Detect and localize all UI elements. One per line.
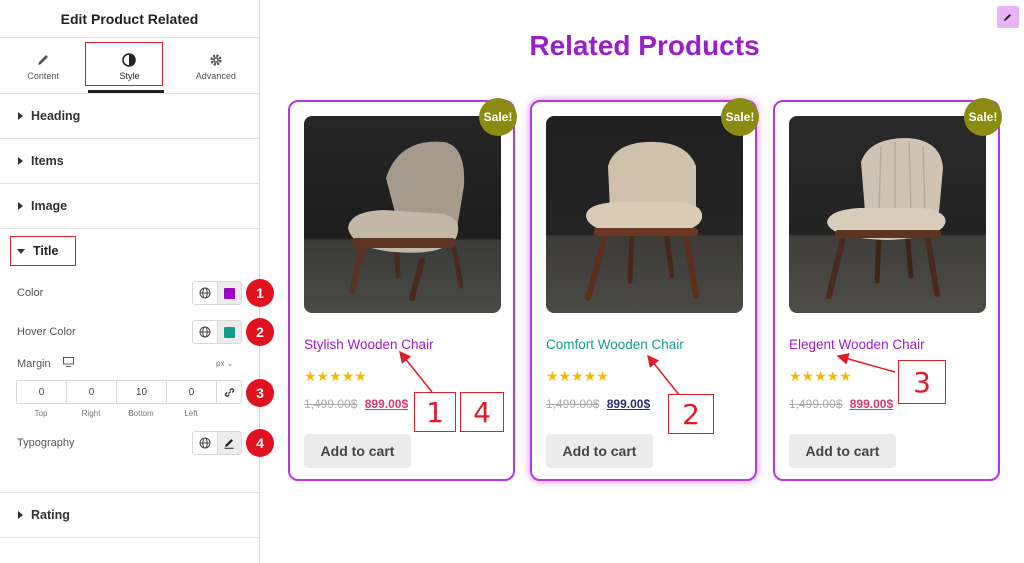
sale-badge: Sale! xyxy=(479,98,517,136)
margin-bottom-input[interactable]: 10 xyxy=(117,381,167,403)
desktop-icon[interactable] xyxy=(62,357,74,370)
annotation-badge-4: 4 xyxy=(246,429,274,457)
pencil-icon xyxy=(1004,14,1011,21)
link-values-icon[interactable] xyxy=(217,381,241,403)
typography-label: Typography xyxy=(17,437,75,449)
color-control xyxy=(192,281,242,305)
product-title[interactable]: Comfort Wooden Chair xyxy=(546,337,684,352)
margin-top-label: Top xyxy=(34,409,48,418)
unit-label: px xyxy=(216,359,225,368)
section-heading[interactable]: Heading xyxy=(0,94,259,139)
annotation-badge-2: 2 xyxy=(246,318,274,346)
annotation-badge-3: 3 xyxy=(246,379,274,407)
caret-down-icon xyxy=(17,248,25,254)
style-tab-highlight xyxy=(85,42,163,86)
hover-color-swatch-button[interactable] xyxy=(216,321,241,343)
callout-2: 2 xyxy=(668,394,714,434)
section-title-toggle[interactable]: Title xyxy=(10,236,76,266)
rating-stars: ★★★★★ xyxy=(546,368,609,384)
typography-control xyxy=(192,431,242,455)
product-price: 1,499.00$ 899.00$ xyxy=(304,397,408,411)
annotation-badge-1: 1 xyxy=(246,279,274,307)
hover-color-swatch xyxy=(223,326,235,338)
add-to-cart-button[interactable]: Add to cart xyxy=(546,434,653,468)
tab-content[interactable]: Content xyxy=(0,38,86,93)
sale-price: 899.00$ xyxy=(364,397,409,411)
section-items[interactable]: Items xyxy=(0,139,259,184)
margin-top-input[interactable]: 0 xyxy=(17,381,67,403)
panel-tabs: Content Style Advanced xyxy=(0,38,259,94)
product-image[interactable] xyxy=(789,116,986,313)
margin-left-label: Left xyxy=(184,409,198,418)
color-swatch-button[interactable] xyxy=(216,282,241,304)
globe-icon[interactable] xyxy=(193,282,217,304)
product-price: 1,499.00$ 899.00$ xyxy=(789,397,893,411)
unit-selector[interactable]: px ⌄ xyxy=(216,359,233,368)
product-image[interactable] xyxy=(304,116,501,313)
section-rating[interactable]: Rating xyxy=(0,493,259,538)
margin-left-input[interactable]: 0 xyxy=(167,381,217,403)
section-image-label: Image xyxy=(31,199,68,213)
product-image[interactable] xyxy=(546,116,743,313)
callout-1: 1 xyxy=(414,392,456,432)
margin-label-row: Margin xyxy=(17,357,74,370)
globe-icon[interactable] xyxy=(193,432,217,454)
old-price: 1,499.00$ xyxy=(304,397,358,411)
margin-right-input[interactable]: 0 xyxy=(67,381,117,403)
caret-right-icon xyxy=(18,157,23,165)
edit-widget-button[interactable] xyxy=(997,6,1019,28)
tab-advanced[interactable]: Advanced xyxy=(173,38,259,93)
section-items-label: Items xyxy=(31,154,64,168)
section-rating-label: Rating xyxy=(31,508,70,522)
gear-icon xyxy=(209,51,223,69)
active-tab-indicator xyxy=(88,90,164,93)
globe-icon[interactable] xyxy=(193,321,217,343)
panel-title: Edit Product Related xyxy=(0,0,259,38)
callout-3: 3 xyxy=(898,360,946,404)
rating-stars: ★★★★★ xyxy=(304,368,367,384)
editor-panel: Edit Product Related Content Style Advan… xyxy=(0,0,274,563)
sale-price: 899.00$ xyxy=(849,397,894,411)
section-image[interactable]: Image xyxy=(0,184,259,229)
caret-right-icon xyxy=(18,112,23,120)
product-card: Sale! Elegent Wooden Chair ★★★★★ 1,499.0… xyxy=(773,98,1002,481)
product-title[interactable]: Stylish Wooden Chair xyxy=(304,337,434,352)
hover-color-label: Hover Color xyxy=(17,326,76,338)
section-title-label: Title xyxy=(33,244,59,258)
sale-price: 899.00$ xyxy=(606,397,651,411)
callout-4: 4 xyxy=(460,392,504,432)
edit-typography-icon[interactable] xyxy=(216,432,241,454)
rating-stars: ★★★★★ xyxy=(789,368,852,384)
margin-inputs: 0 0 10 0 xyxy=(16,380,242,404)
tab-content-label: Content xyxy=(27,70,59,81)
hover-color-control xyxy=(192,320,242,344)
old-price: 1,499.00$ xyxy=(546,397,600,411)
related-products-heading: Related Products xyxy=(529,30,760,61)
product-price: 1,499.00$ 899.00$ xyxy=(546,397,650,411)
chevron-down-icon: ⌄ xyxy=(226,359,234,368)
color-label: Color xyxy=(17,287,44,299)
caret-right-icon xyxy=(18,511,23,519)
pencil-icon xyxy=(36,51,50,69)
margin-right-label: Right xyxy=(81,409,101,418)
color-swatch xyxy=(223,287,235,299)
sale-badge: Sale! xyxy=(964,98,1002,136)
product-title[interactable]: Elegent Wooden Chair xyxy=(789,337,925,352)
margin-label: Margin xyxy=(17,357,51,370)
product-card: Sale! Comfort Wooden Chair ★★★★★ 1,499.0… xyxy=(530,98,759,481)
section-heading-label: Heading xyxy=(31,109,81,123)
old-price: 1,499.00$ xyxy=(789,397,843,411)
sale-badge: Sale! xyxy=(721,98,759,136)
add-to-cart-button[interactable]: Add to cart xyxy=(304,434,411,468)
add-to-cart-button[interactable]: Add to cart xyxy=(789,434,896,468)
section-title: Title Color 1 Hover Color 2 Margin px ⌄ … xyxy=(0,229,274,493)
margin-bottom-label: Bottom xyxy=(128,409,154,418)
caret-right-icon xyxy=(18,202,23,210)
tab-advanced-label: Advanced xyxy=(195,70,236,81)
